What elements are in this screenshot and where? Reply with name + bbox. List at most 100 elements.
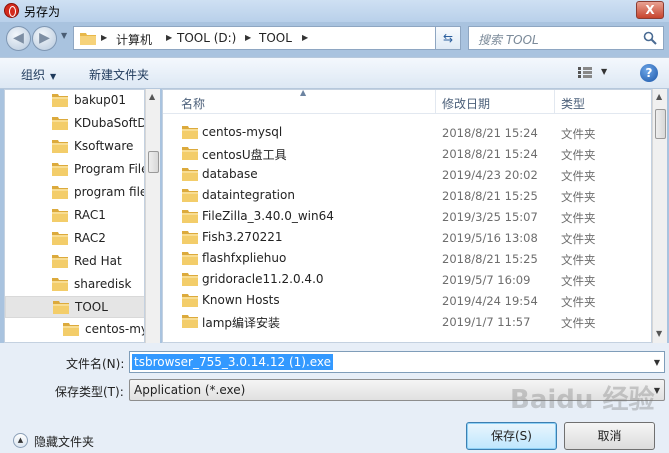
- file-date: 2018/8/21 15:25: [442, 252, 538, 266]
- sidebar-scroll-thumb[interactable]: [148, 151, 159, 173]
- folder-icon: [52, 185, 68, 202]
- title-bar: 另存为 X: [0, 0, 669, 22]
- file-row[interactable]: database 2019/4/23 20:02 文件夹: [163, 164, 651, 185]
- file-type: 文件夹: [561, 274, 596, 288]
- file-name: centos-mysql: [202, 125, 283, 139]
- file-date: 2018/8/21 15:24: [442, 147, 538, 161]
- sidebar-item[interactable]: Red Hat: [5, 251, 144, 273]
- sidebar-item[interactable]: RAC1: [5, 205, 144, 227]
- breadcrumb-separator-icon: ▶: [101, 33, 108, 42]
- view-dropdown-icon[interactable]: ▼: [601, 67, 607, 76]
- file-date: 2019/3/25 15:07: [442, 210, 538, 224]
- file-row[interactable]: flashfxpliehuo 2018/8/21 15:25 文件夹: [163, 248, 651, 269]
- file-date: 2019/4/23 20:02: [442, 168, 538, 182]
- breadcrumb-computer[interactable]: 计算机: [116, 31, 152, 48]
- sidebar-item-label: TOOL: [75, 300, 108, 314]
- file-row[interactable]: gridoracle11.2.0.4.0 2019/5/7 16:09 文件夹: [163, 269, 651, 290]
- file-row[interactable]: Known Hosts 2019/4/24 19:54 文件夹: [163, 290, 651, 311]
- breadcrumb-drive[interactable]: TOOL (D:): [177, 31, 236, 45]
- sidebar-item[interactable]: KDubaSoftD: [5, 113, 145, 135]
- navigation-pane: bakup01 KDubaSoftD Ksoftware Program File pr…: [4, 89, 145, 343]
- sidebar-item[interactable]: bakup01: [5, 90, 144, 112]
- file-type: 文件夹: [561, 211, 596, 225]
- folder-icon: [182, 293, 198, 310]
- sidebar-item-label: Program File: [74, 162, 145, 176]
- file-row[interactable]: centos-mysql 2018/8/21 15:24 文件夹: [163, 122, 651, 143]
- file-row[interactable]: centosU盘工具 2018/8/21 15:24 文件夹: [163, 143, 651, 164]
- file-type: 文件夹: [561, 190, 596, 204]
- file-date: 2018/8/21 15:25: [442, 189, 538, 203]
- history-dropdown-icon[interactable]: ▼: [61, 31, 67, 40]
- breadcrumb-separator-icon: ▶: [302, 33, 309, 42]
- scroll-up-icon[interactable]: ▲: [656, 92, 662, 101]
- file-type: 文件夹: [561, 169, 596, 183]
- filetype-label: 保存类型(T):: [55, 385, 124, 399]
- folder-icon: [182, 230, 198, 247]
- sidebar-item[interactable]: program file: [5, 182, 144, 204]
- sidebar-item[interactable]: TOOL: [5, 296, 144, 318]
- forward-button[interactable]: ▶: [32, 26, 57, 51]
- sidebar-item-label: KDubaSoftD: [74, 116, 145, 130]
- cancel-button[interactable]: 取消: [564, 422, 655, 450]
- file-list-scroll-thumb[interactable]: [655, 109, 666, 139]
- folder-icon: [182, 314, 198, 331]
- back-button[interactable]: ◀: [6, 26, 31, 51]
- sidebar-item[interactable]: sharedisk: [5, 274, 144, 296]
- file-row[interactable]: lamp编译安装 2019/1/7 11:57 文件夹: [163, 311, 651, 332]
- folder-icon: [52, 231, 68, 248]
- search-icon[interactable]: [643, 31, 657, 45]
- file-row[interactable]: FileZilla_3.40.0_win64 2019/3/25 15:07 文件夹: [163, 206, 651, 227]
- sidebar-item-label: Ksoftware: [74, 139, 134, 153]
- column-divider[interactable]: [554, 90, 555, 114]
- column-date[interactable]: 修改日期: [442, 95, 490, 112]
- organize-label: 组织: [21, 68, 46, 82]
- save-form: 文件名(N): tsbrowser_755_3.0.14.12 (1).exe …: [0, 343, 669, 453]
- breadcrumb-folder[interactable]: TOOL: [259, 31, 292, 45]
- file-type: 文件夹: [561, 316, 596, 330]
- address-bar[interactable]: ▶ 计算机 ▶ TOOL (D:) ▶ TOOL ▶: [73, 26, 461, 50]
- folder-icon: [63, 322, 79, 339]
- column-divider[interactable]: [435, 90, 436, 114]
- file-list-scrollbar[interactable]: ▲ ▼: [652, 89, 667, 343]
- file-row[interactable]: dataintegration 2018/8/21 15:25 文件夹: [163, 185, 651, 206]
- column-name[interactable]: 名称: [181, 95, 205, 112]
- file-name: Fish3.270221: [202, 230, 283, 244]
- file-date: 2019/5/7 16:09: [442, 273, 531, 287]
- scroll-up-icon[interactable]: ▲: [149, 92, 155, 101]
- folder-icon: [52, 116, 68, 133]
- sidebar-item[interactable]: Ksoftware: [5, 136, 144, 158]
- folder-icon: [182, 188, 198, 205]
- refresh-button[interactable]: ⇆: [435, 26, 461, 50]
- help-button[interactable]: ?: [640, 64, 658, 82]
- file-name: centosU盘工具: [202, 148, 287, 162]
- sidebar-item[interactable]: centos-my: [5, 319, 145, 341]
- column-type[interactable]: 类型: [561, 95, 585, 112]
- organize-button[interactable]: 组织 ▼: [21, 66, 56, 83]
- save-button[interactable]: 保存(S): [466, 422, 557, 450]
- sidebar-item[interactable]: Program File: [5, 159, 145, 181]
- sidebar-item-label: centos-my: [85, 322, 145, 336]
- file-date: 2019/4/24 19:54: [442, 294, 538, 308]
- view-options-icon[interactable]: [578, 67, 592, 78]
- filetype-value: Application (*.exe): [134, 383, 246, 397]
- folder-icon: [182, 146, 198, 163]
- close-button[interactable]: X: [636, 1, 664, 19]
- sidebar-item[interactable]: RAC2: [5, 228, 144, 250]
- folder-icon: [52, 277, 68, 294]
- sidebar-scrollbar[interactable]: ▲: [145, 89, 160, 343]
- chevron-down-icon[interactable]: ▼: [654, 358, 660, 367]
- file-list: ▲ 名称 修改日期 类型 centos-mysql 2018/8/21 15:24…: [162, 89, 652, 343]
- file-row[interactable]: Fish3.270221 2019/5/16 13:08 文件夹: [163, 227, 651, 248]
- filename-label: 文件名(N):: [66, 357, 125, 371]
- baidu-watermark: Baidu 经验: [510, 385, 655, 415]
- search-input[interactable]: 搜索 TOOL: [468, 26, 664, 50]
- file-name: database: [202, 167, 258, 181]
- file-name: Known Hosts: [202, 293, 280, 307]
- folder-icon: [182, 272, 198, 289]
- folder-icon: [52, 208, 68, 225]
- new-folder-button[interactable]: 新建文件夹: [89, 66, 149, 83]
- chevron-down-icon[interactable]: ▼: [654, 386, 660, 395]
- scroll-down-icon[interactable]: ▼: [656, 329, 662, 338]
- filename-field[interactable]: tsbrowser_755_3.0.14.12 (1).exe ▼: [129, 351, 665, 373]
- folder-icon: [182, 209, 198, 226]
